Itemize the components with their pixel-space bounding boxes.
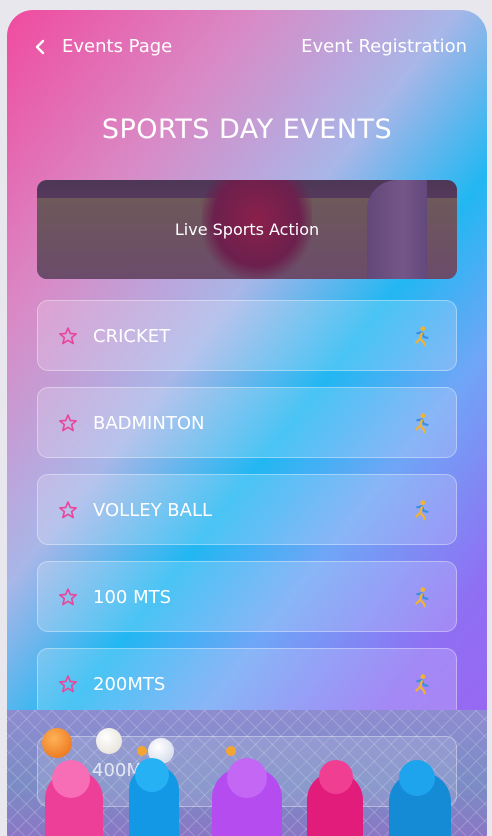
event-label: BADMINTON <box>93 413 205 434</box>
event-card-cricket[interactable]: CRICKET <box>37 300 457 371</box>
medal-icon <box>226 746 236 756</box>
basketball-icon <box>42 728 72 758</box>
medal-icon <box>137 746 147 756</box>
app-screen: Events Page Event Registration SPORTS DA… <box>7 10 487 836</box>
event-label: 100 MTS <box>93 587 172 608</box>
star-icon[interactable] <box>58 587 78 607</box>
events-page-link[interactable]: Events Page <box>62 34 172 60</box>
star-icon[interactable] <box>58 413 78 433</box>
runner-icon <box>415 326 429 347</box>
volleyball-icon <box>96 728 122 754</box>
decorative-footer-image: 400M <box>7 710 487 836</box>
event-label: CRICKET <box>93 326 171 347</box>
back-arrow-icon[interactable] <box>33 36 47 58</box>
event-card-volley-ball[interactable]: VOLLEY BALL <box>37 474 457 545</box>
runner-icon <box>415 674 429 695</box>
event-card-100-mts[interactable]: 100 MTS <box>37 561 457 632</box>
star-icon[interactable] <box>58 326 78 346</box>
event-label: VOLLEY BALL <box>93 500 213 521</box>
runner-icon <box>415 413 429 434</box>
star-icon[interactable] <box>58 674 78 694</box>
page-title: SPORTS DAY EVENTS <box>101 114 393 145</box>
live-sports-banner[interactable]: Live Sports Action <box>37 180 457 279</box>
top-nav: Events Page Event Registration <box>7 34 487 62</box>
event-registration-link[interactable]: Event Registration <box>301 34 467 60</box>
banner-caption: Live Sports Action <box>174 220 320 239</box>
event-card-badminton[interactable]: BADMINTON <box>37 387 457 458</box>
runner-icon <box>415 587 429 608</box>
star-icon[interactable] <box>58 500 78 520</box>
event-card-200mts[interactable]: 200MTS <box>37 648 457 719</box>
runner-icon <box>415 500 429 521</box>
